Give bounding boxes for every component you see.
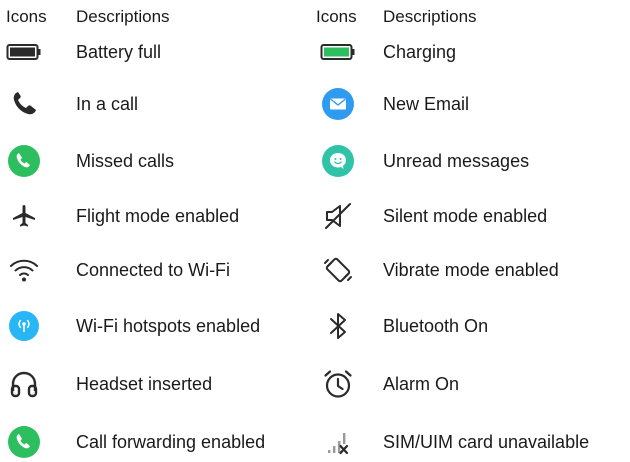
icons-header: Icons — [6, 7, 47, 26]
item-label: Headset inserted — [76, 374, 213, 394]
item-label: Connected to Wi-Fi — [76, 260, 231, 280]
list-item: Headset inserted — [0, 364, 308, 404]
battery-charging-icon — [318, 32, 358, 72]
list-item: Unread messages — [310, 141, 630, 181]
phone-icon — [4, 84, 44, 124]
item-label: Call forwarding enabled — [76, 432, 266, 452]
list-item: Bluetooth On — [310, 306, 630, 346]
item-label: Charging — [383, 42, 457, 62]
item-label: In a call — [76, 94, 139, 114]
item-label: SIM/UIM card unavailable — [383, 432, 590, 452]
email-icon — [318, 84, 358, 124]
list-item: Connected to Wi-Fi — [0, 250, 308, 290]
bluetooth-icon — [318, 306, 358, 346]
list-item: Alarm On — [310, 364, 630, 404]
list-item: Call forwarding enabled — [0, 422, 308, 462]
list-item: SIM/UIM card unavailable — [310, 422, 630, 462]
item-label: Bluetooth On — [383, 316, 489, 336]
missed-call-icon — [4, 141, 44, 181]
item-label: Unread messages — [383, 151, 530, 171]
list-item: In a call — [0, 84, 308, 124]
hotspot-icon — [4, 306, 44, 346]
alarm-icon — [318, 364, 358, 404]
item-label: Flight mode enabled — [76, 206, 240, 226]
item-label: Silent mode enabled — [383, 206, 548, 226]
item-label: Vibrate mode enabled — [383, 260, 559, 280]
battery-full-icon — [4, 32, 44, 72]
list-item: Flight mode enabled — [0, 196, 308, 236]
list-item: New Email — [310, 84, 630, 124]
descriptions-header: Descriptions — [383, 7, 477, 26]
icons-header: Icons — [316, 7, 357, 26]
vibrate-icon — [318, 250, 358, 290]
list-item: Battery full — [0, 32, 308, 72]
item-label: Alarm On — [383, 374, 460, 394]
list-item: Silent mode enabled — [310, 196, 630, 236]
airplane-icon — [4, 196, 44, 236]
silent-icon — [318, 196, 358, 236]
list-item: Vibrate mode enabled — [310, 250, 630, 290]
item-label: Missed calls — [76, 151, 175, 171]
list-item: Missed calls — [0, 141, 308, 181]
item-label: Battery full — [76, 42, 162, 62]
headset-icon — [4, 364, 44, 404]
item-label: New Email — [383, 94, 470, 114]
descriptions-header: Descriptions — [76, 7, 170, 26]
wifi-icon — [4, 250, 44, 290]
call-forwarding-icon — [4, 422, 44, 462]
list-item: Charging — [310, 32, 630, 72]
message-icon — [318, 141, 358, 181]
list-item: Wi-Fi hotspots enabled — [0, 306, 308, 346]
sim-unavailable-icon — [318, 422, 358, 462]
item-label: Wi-Fi hotspots enabled — [76, 316, 261, 336]
